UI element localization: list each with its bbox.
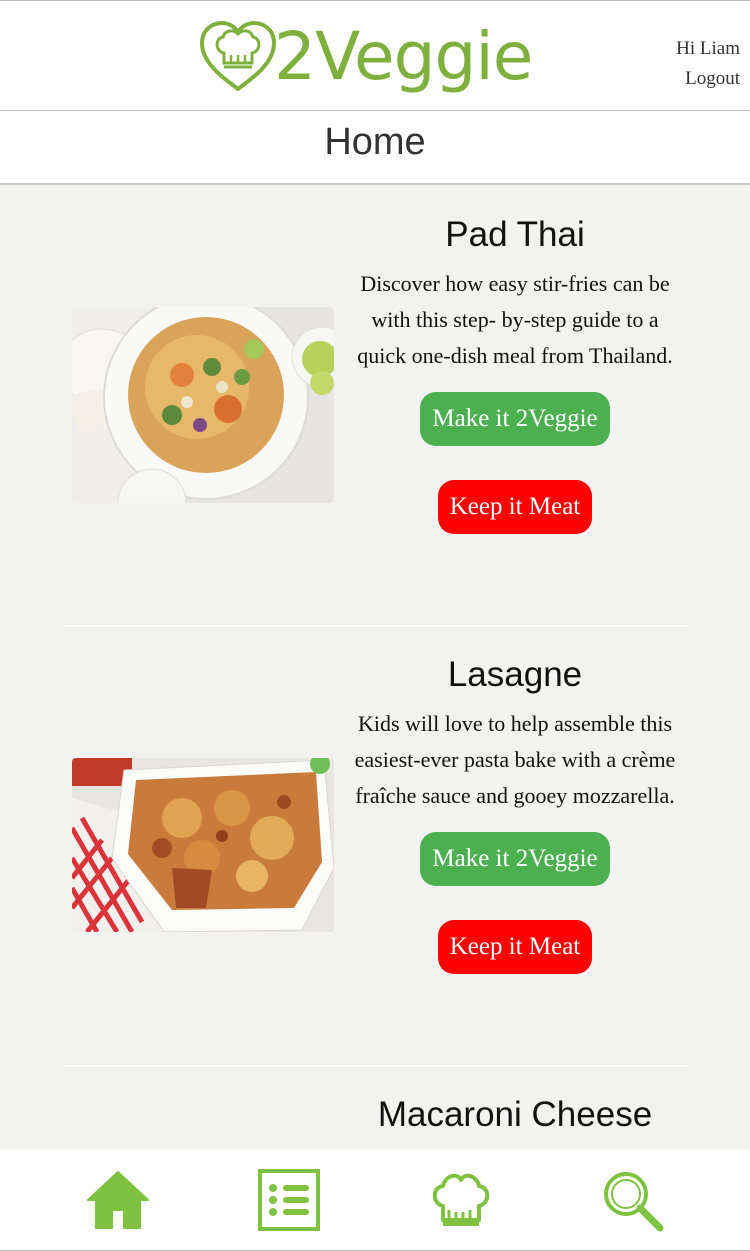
nav-home[interactable] [78,1160,158,1240]
recipe-title: Pad Thai [445,215,585,254]
page-title: Home [324,121,426,163]
app-logo[interactable]: 2Veggie [198,18,533,95]
recipe-title: Macaroni Cheese [377,1095,653,1134]
recipe-details: Pad Thai Discover how easy stir-fries ca… [342,214,688,534]
search-icon [604,1172,664,1232]
app-header: 2Veggie Hi Liam Logout [0,0,750,111]
bottom-navigation [0,1150,750,1251]
user-menu: Hi Liam Logout [676,34,740,94]
make-it-2veggie-button[interactable]: Make it 2Veggie [420,392,610,446]
list-icon [258,1169,320,1231]
recipe-card-pad-thai: Pad Thai Discover how easy stir-fries ca… [62,208,688,608]
recipe-card-lasagne: Lasagne Kids will love to help assemble … [62,648,688,1048]
home-icon [87,1171,149,1229]
recipe-description: Kids will love to help assemble this eas… [354,711,676,808]
recipe-details: Lasagne Kids will love to help assemble … [342,654,688,974]
logo-text: 2Veggie [274,18,533,95]
recipe-divider [62,625,688,626]
nav-chef[interactable] [421,1160,501,1240]
greeting-text: Hi Liam [676,38,740,59]
heart-chef-hat-icon [199,20,277,92]
recipe-title: Lasagne [447,655,583,694]
recipe-image-pad-thai[interactable] [72,307,334,503]
nav-search[interactable] [592,1160,672,1240]
recipe-divider [62,1065,688,1066]
recipe-description: Discover how easy stir-fries can be with… [357,271,673,368]
page-title-bar: Home [0,111,750,185]
nav-recipes-list[interactable] [249,1160,329,1240]
recipe-card-macaroni-cheese: Macaroni Cheese [62,1088,688,1150]
chef-hat-icon [432,1173,490,1226]
keep-it-meat-button[interactable]: Keep it Meat [437,920,593,974]
make-it-2veggie-button[interactable]: Make it 2Veggie [420,832,610,886]
recipe-details: Macaroni Cheese [342,1094,688,1136]
logout-link[interactable]: Logout [676,64,740,94]
keep-it-meat-button[interactable]: Keep it Meat [437,480,593,534]
recipe-image-lasagne[interactable] [72,758,334,932]
